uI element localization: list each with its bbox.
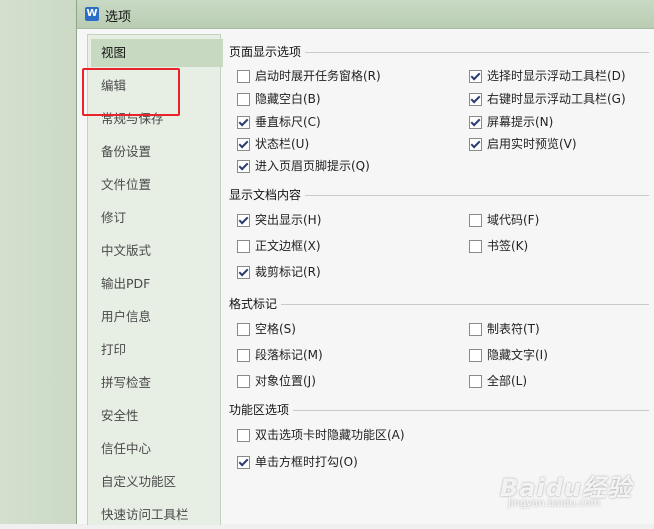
wps-writer-icon: W [85, 7, 99, 21]
background-window-strip [0, 0, 76, 524]
checkbox[interactable] [237, 116, 250, 129]
option-label: 域代码(F) [487, 213, 540, 227]
option-label: 单击方框时打勾(O) [255, 455, 358, 469]
option-label: 空格(S) [255, 322, 296, 336]
option-label: 启动时展开任务窗格(R) [255, 69, 381, 83]
sidebar-item-print[interactable]: 打印 [91, 336, 223, 364]
sidebar-item-export-pdf[interactable]: 输出PDF [91, 270, 223, 298]
option-label: 突出显示(H) [255, 213, 322, 227]
option-label: 正文边框(X) [255, 239, 321, 253]
sidebar-item-quick-access-toolbar[interactable]: 快速访问工具栏 [91, 501, 223, 529]
checkbox[interactable] [237, 240, 250, 253]
checkbox[interactable] [237, 160, 250, 173]
sidebar-item-file-location[interactable]: 文件位置 [91, 171, 223, 199]
group-divider [229, 304, 649, 305]
sidebar-item-view[interactable]: 视图 [91, 39, 223, 67]
sidebar-item-customize-ribbon[interactable]: 自定义功能区 [91, 468, 223, 496]
group-title: 显示文档内容 [229, 186, 306, 204]
checkbox[interactable] [237, 429, 250, 442]
checkbox[interactable] [237, 214, 250, 227]
checkbox[interactable] [469, 116, 482, 129]
checkbox[interactable] [237, 323, 250, 336]
option-label: 选择时显示浮动工具栏(D) [487, 69, 626, 83]
option-label: 进入页眉页脚提示(Q) [255, 159, 370, 173]
option-label: 双击选项卡时隐藏功能区(A) [255, 428, 405, 442]
checkbox[interactable] [469, 70, 482, 83]
checkbox[interactable] [237, 70, 250, 83]
option-label: 裁剪标记(R) [255, 265, 321, 279]
group-title: 页面显示选项 [229, 43, 306, 61]
checkbox[interactable] [237, 93, 250, 106]
checkbox[interactable] [237, 375, 250, 388]
group-title: 功能区选项 [229, 401, 294, 419]
checkbox[interactable] [237, 349, 250, 362]
checkbox[interactable] [237, 266, 250, 279]
group-title: 格式标记 [229, 295, 282, 313]
option-label: 隐藏文字(I) [487, 348, 548, 362]
watermark-url: jingyan.baidu.com [508, 498, 601, 509]
checkbox[interactable] [469, 349, 482, 362]
checkbox[interactable] [469, 138, 482, 151]
checkbox[interactable] [469, 323, 482, 336]
options-content: 页面显示选项 启动时展开任务窗格(R) 选择时显示浮动工具栏(D) 隐藏空白(B… [227, 34, 654, 524]
option-label: 全部(L) [487, 374, 528, 388]
sidebar-item-spell-check[interactable]: 拼写检查 [91, 369, 223, 397]
sidebar-item-trust-center[interactable]: 信任中心 [91, 435, 223, 463]
option-label: 段落标记(M) [255, 348, 323, 362]
option-label: 书签(K) [487, 239, 529, 253]
title-bar[interactable]: W 选项 [77, 0, 654, 29]
checkbox[interactable] [469, 240, 482, 253]
sidebar-item-security[interactable]: 安全性 [91, 402, 223, 430]
dialog-title: 选项 [105, 10, 132, 25]
checkbox[interactable] [237, 456, 250, 469]
option-label: 制表符(T) [487, 322, 540, 336]
sidebar-item-revision[interactable]: 修订 [91, 204, 223, 232]
option-label: 垂直标尺(C) [255, 115, 321, 129]
option-label: 启用实时预览(V) [487, 137, 577, 151]
checkbox[interactable] [469, 214, 482, 227]
sidebar-item-user-info[interactable]: 用户信息 [91, 303, 223, 331]
option-label: 屏幕提示(N) [487, 115, 554, 129]
checkbox[interactable] [469, 93, 482, 106]
checkbox[interactable] [469, 375, 482, 388]
option-label: 状态栏(U) [255, 137, 310, 151]
checkbox[interactable] [237, 138, 250, 151]
sidebar-item-backup[interactable]: 备份设置 [91, 138, 223, 166]
option-label: 隐藏空白(B) [255, 92, 321, 106]
option-label: 对象位置(J) [255, 374, 316, 388]
annotation-highlight-box [82, 68, 180, 116]
option-label: 右键时显示浮动工具栏(G) [487, 92, 626, 106]
sidebar-item-chinese-layout[interactable]: 中文版式 [91, 237, 223, 265]
baidu-jingyan-watermark: Baidu经验 jingyan.baidu.com [500, 468, 632, 509]
